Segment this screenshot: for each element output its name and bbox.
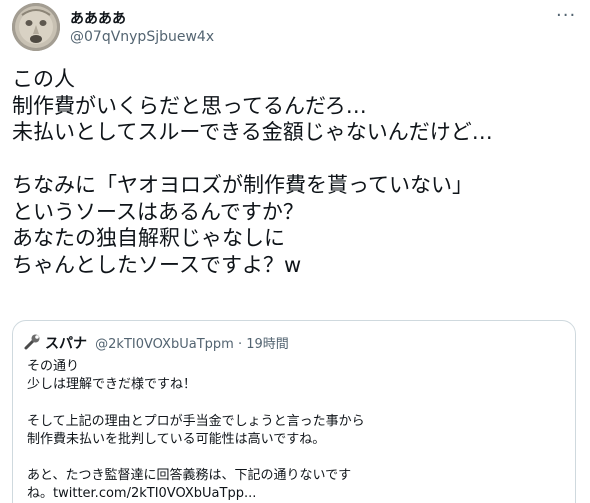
quoted-text-line: そして上記の理由とプロが手当金でしょうと言った事から (27, 413, 365, 429)
quoted-author-handle: @2kTI0VOXbUaTppm (95, 337, 234, 352)
tweet-text-line: ちゃんとしたソースですよ？w (12, 252, 302, 277)
avatar[interactable] (12, 3, 60, 51)
quoted-text-line: 少しは理解できだ様ですね！ (27, 377, 197, 393)
avatar-image (12, 3, 60, 51)
quoted-text-line: ね。twitter.com/2kTI0VOXbUaTpp... (27, 486, 257, 502)
tweet-text-line: というソースはあるんですか？ (12, 199, 304, 224)
wrench-icon (23, 333, 41, 351)
more-dots-icon[interactable]: ··· (556, 7, 576, 25)
quoted-text-line (27, 394, 567, 412)
quoted-tweet-header: スパナ @2kTI0VOXbUaTppm · 19時間 (23, 333, 289, 352)
tweet-text-line: 未払いとしてスルーできる金額じゃないんだけど… (12, 120, 493, 144)
tweet-text: この人 制作費がいくらだと思ってるんだろ… 未払いとしてスルーできる金額じゃない… (12, 66, 582, 278)
quoted-tweet-text: その通り 少しは理解できだ様ですね！ そして上記の理由とプロが手当金でしょうと言… (27, 358, 567, 503)
author-handle[interactable]: @07qVnypSjbuew4x (70, 29, 214, 45)
quoted-separator: · (237, 337, 243, 352)
quoted-timestamp[interactable]: 19時間 (246, 337, 289, 352)
tweet-text-line (12, 146, 582, 173)
quoted-tweet[interactable]: スパナ @2kTI0VOXbUaTppm · 19時間 その通り 少しは理解でき… (12, 320, 576, 503)
tweet-text-line: あなたの独自解釈じゃなしに (12, 226, 285, 250)
author-display-name[interactable]: ああああ (70, 8, 126, 28)
tweet-text-line: この人 (12, 67, 75, 91)
quoted-text-line: その通り (27, 359, 80, 374)
tweet-text-line: 制作費がいくらだと思ってるんだろ… (12, 93, 367, 118)
quoted-author-display-name: スパナ (45, 336, 87, 352)
quoted-text-line: あと、たつき監督達に回答義務は、下記の通りないです (27, 468, 352, 484)
quoted-text-line (27, 449, 567, 467)
tweet: ああああ @07qVnypSjbuew4x ··· この人 制作費がいくらだと思… (0, 0, 590, 503)
tweet-text-line: ちなみに「ヤオヨロズが制作費を貰っていない」 (12, 173, 473, 197)
quoted-text-line: 制作費未払いを批判している可能性は高いですね。 (27, 431, 326, 447)
